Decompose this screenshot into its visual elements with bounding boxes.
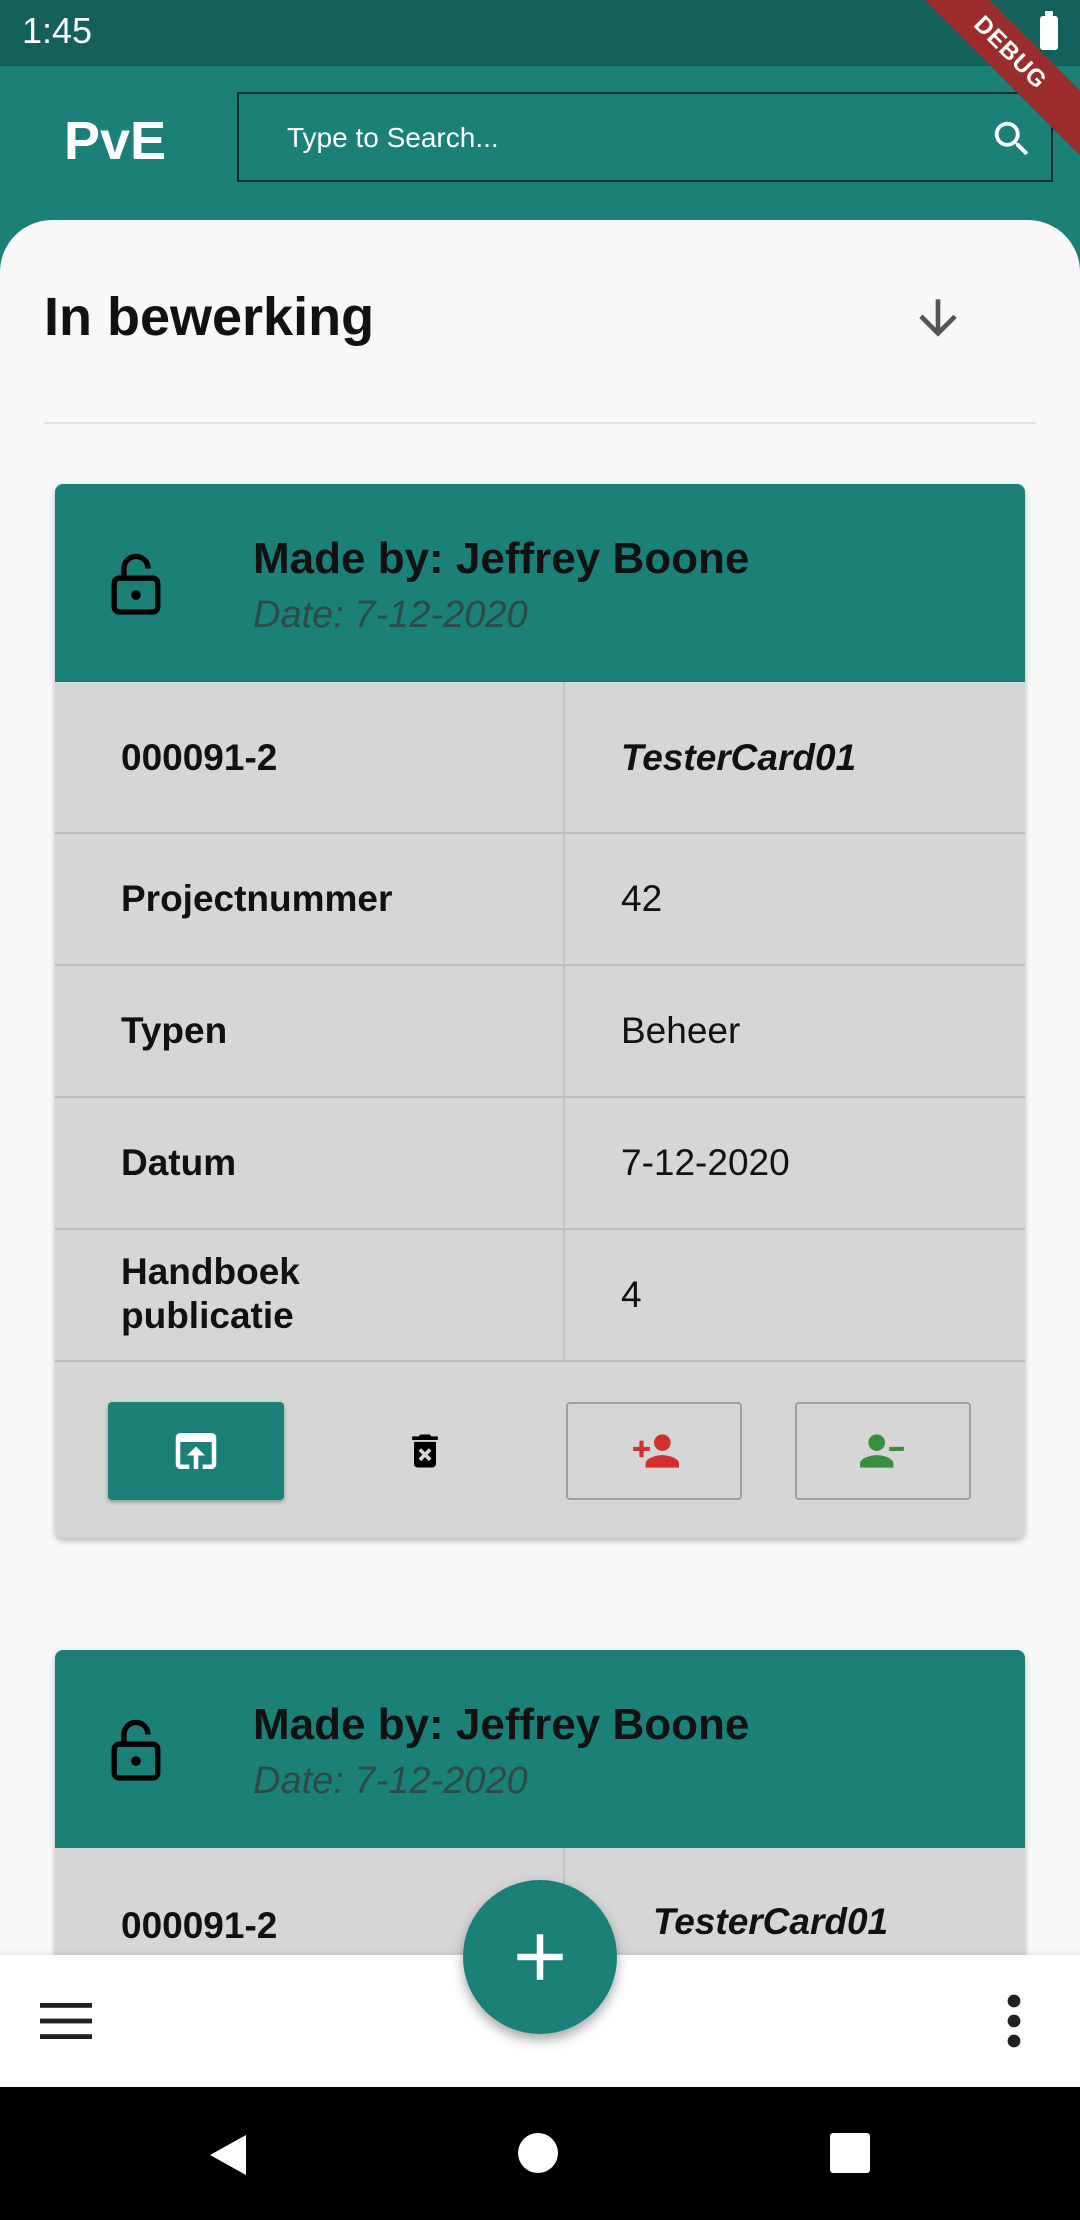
card-id-value: TesterCard01 <box>621 737 857 778</box>
menu-icon[interactable] <box>40 2001 92 2041</box>
arrow-down-icon[interactable] <box>910 290 966 346</box>
search-box[interactable] <box>237 92 1053 182</box>
app-bar: PvE <box>0 66 1080 220</box>
remove-user-button[interactable] <box>795 1402 971 1500</box>
row-label: Projectnummer <box>121 878 393 919</box>
plus-icon <box>517 1934 563 1980</box>
row-value: 4 <box>621 1274 642 1315</box>
main-content: In bewerking Made by: Jeffrey Boone Date… <box>0 220 1080 1955</box>
status-time: 1:45 <box>22 10 93 51</box>
recent-apps-icon[interactable] <box>830 2133 870 2173</box>
card-row: Typen Beheer <box>55 966 1025 1098</box>
section-title: In bewerking <box>44 287 375 347</box>
card-row: Handboek publicatie 4 <box>55 1230 1025 1362</box>
card-made-by: Made by: Jeffrey Boone <box>253 1700 750 1749</box>
card-row: Datum 7-12-2020 <box>55 1098 1025 1230</box>
row-label: Typen <box>121 1010 228 1051</box>
search-icon[interactable] <box>989 116 1035 162</box>
row-label: Handboek publicatie <box>121 1251 300 1336</box>
card-id-row: 000091-2 TesterCard01 <box>55 682 1025 834</box>
card-id-value: TesterCard01 <box>653 1901 889 1942</box>
open-card-button[interactable] <box>108 1402 284 1500</box>
battery-icon <box>1040 11 1058 50</box>
add-card-fab[interactable] <box>463 1880 617 2034</box>
card-id-label: 000091-2 <box>121 1905 278 1946</box>
row-value: 42 <box>621 878 663 919</box>
card-date: Date: 7-12-2020 <box>253 594 528 636</box>
card-header: Made by: Jeffrey Boone Date: 7-12-2020 <box>55 1650 1025 1848</box>
card-header: Made by: Jeffrey Boone Date: 7-12-2020 <box>55 484 1025 682</box>
card-date: Date: 7-12-2020 <box>253 1760 528 1802</box>
open-in-browser-icon <box>175 1433 217 1469</box>
row-value: 7-12-2020 <box>621 1142 790 1183</box>
status-bar: 1:45 <box>0 0 1080 66</box>
card-row: Projectnummer 42 <box>55 834 1025 966</box>
section-divider <box>44 422 1036 424</box>
delete-forever-icon <box>412 1434 438 1468</box>
card-id-label: 000091-2 <box>121 737 278 778</box>
add-user-button[interactable] <box>566 1402 742 1500</box>
row-value: Beheer <box>621 1010 741 1051</box>
pve-card: Made by: Jeffrey Boone Date: 7-12-2020 0… <box>55 484 1025 1538</box>
app-logo: PvE <box>64 111 167 171</box>
row-label: Datum <box>121 1142 237 1183</box>
person-add-icon <box>633 1434 679 1468</box>
back-icon[interactable] <box>206 2131 250 2179</box>
more-vert-icon[interactable] <box>998 1993 1030 2049</box>
person-remove-icon <box>860 1434 904 1468</box>
system-nav-bar <box>0 2087 1080 2220</box>
search-input[interactable] <box>285 94 969 182</box>
delete-card-button[interactable] <box>337 1402 513 1500</box>
lock-open-icon <box>111 1719 161 1781</box>
lock-open-icon <box>111 553 161 615</box>
card-made-by: Made by: Jeffrey Boone <box>253 534 750 583</box>
home-icon[interactable] <box>518 2133 558 2173</box>
card-actions <box>55 1362 1025 1538</box>
